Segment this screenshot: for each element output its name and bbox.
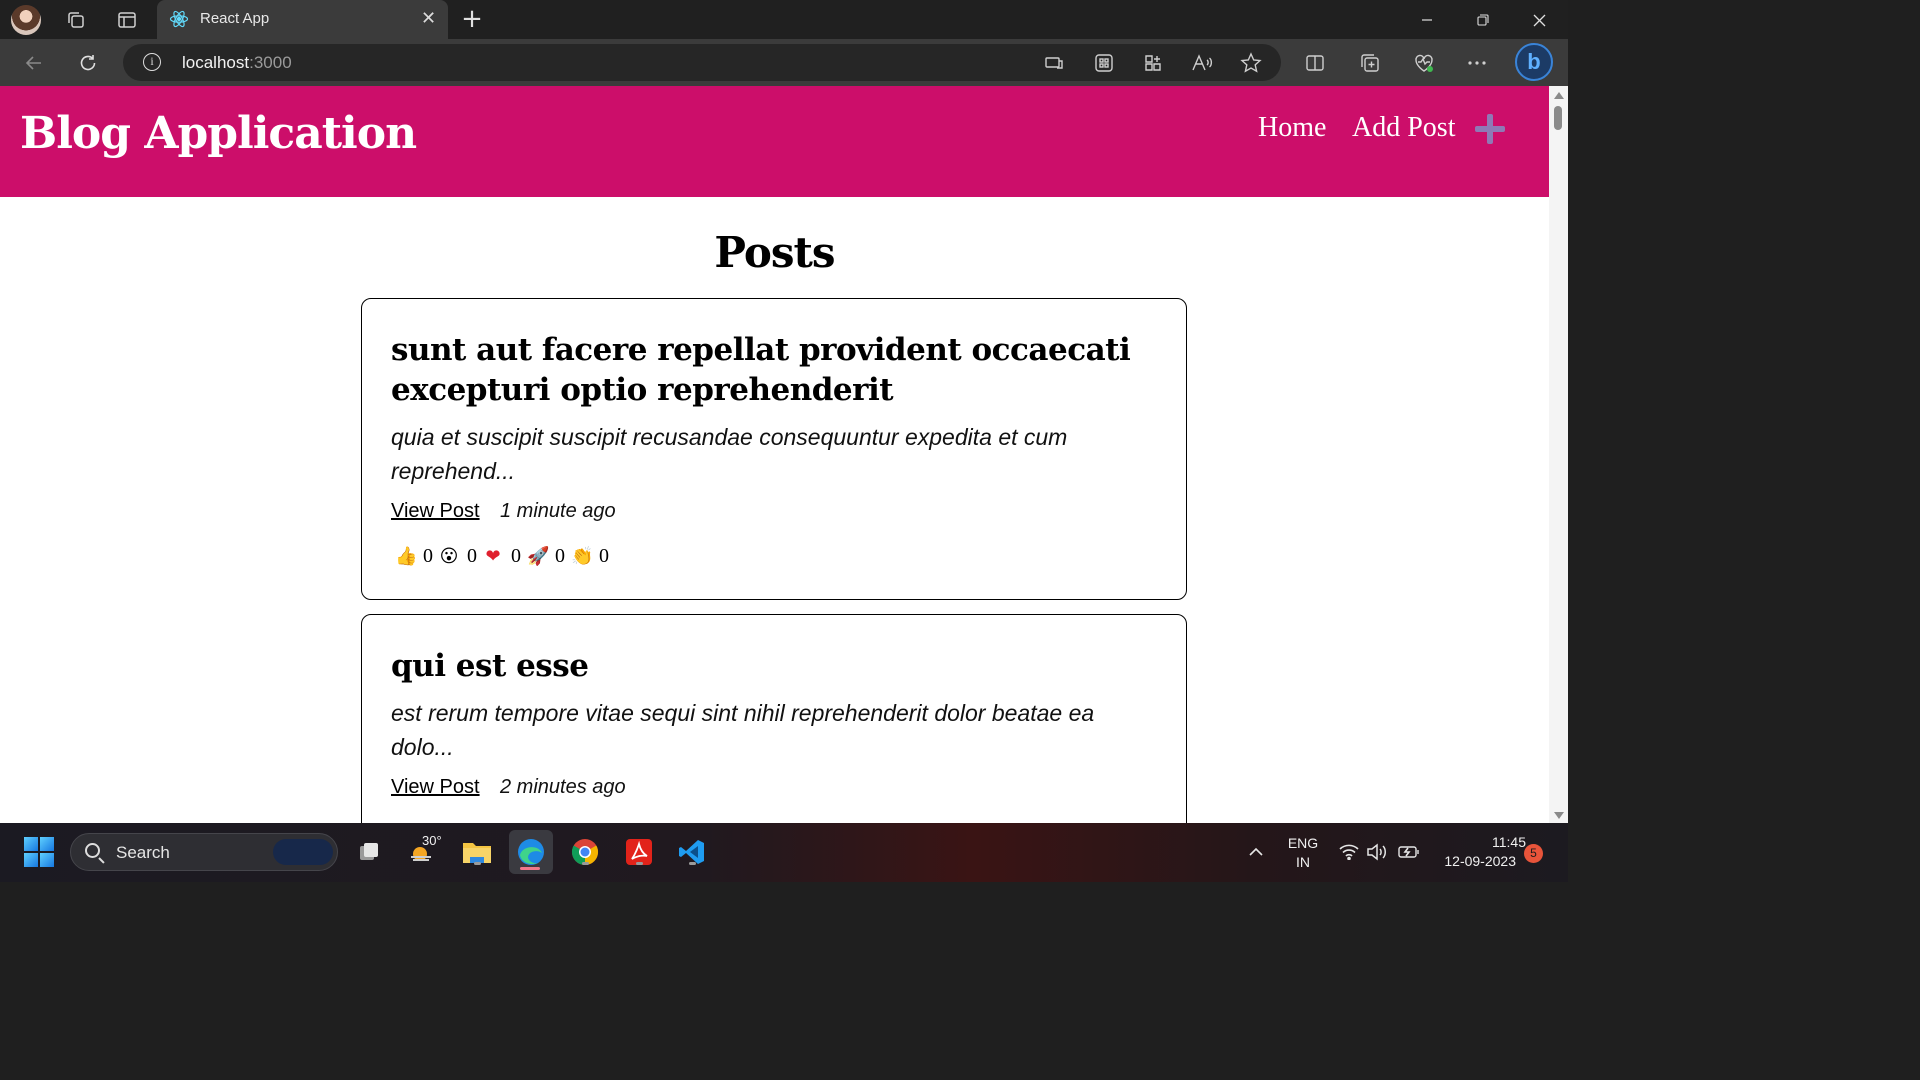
minimize-button[interactable] bbox=[1407, 6, 1447, 34]
taskbar-search-box[interactable]: Search bbox=[70, 833, 338, 871]
browser-title-bar: React App ✕ + bbox=[0, 0, 1568, 39]
reaction-bar: 👍 0 😮 0 ❤ 0 🚀 0 👏 0 bbox=[395, 545, 615, 568]
reaction-clap-button[interactable]: 👏 0 bbox=[571, 545, 609, 568]
battery-charging-icon[interactable] bbox=[1396, 835, 1422, 869]
posts-heading: Posts bbox=[714, 228, 835, 277]
edge-browser-icon[interactable] bbox=[509, 830, 553, 874]
nav-home-link[interactable]: Home bbox=[1258, 112, 1326, 144]
reaction-heart-button[interactable]: ❤ 0 bbox=[483, 545, 521, 568]
wifi-icon[interactable] bbox=[1336, 835, 1362, 869]
post-excerpt: quia et suscipit suscipit recusandae con… bbox=[391, 424, 1068, 484]
post-card: qui est esse est rerum tempore vitae seq… bbox=[361, 614, 1187, 823]
page-viewport: Blog Application Home Add Post Posts sun… bbox=[0, 86, 1549, 823]
search-icon bbox=[85, 843, 100, 858]
reaction-count: 0 bbox=[467, 545, 477, 567]
region-indicator: IN bbox=[1296, 854, 1310, 870]
react-logo-icon bbox=[169, 10, 189, 28]
tab-close-icon[interactable]: ✕ bbox=[421, 8, 436, 29]
bing-copilot-icon[interactable]: b bbox=[1515, 43, 1553, 81]
app-header: Blog Application Home Add Post bbox=[0, 86, 1549, 197]
scroll-up-arrow-icon[interactable] bbox=[1554, 92, 1564, 99]
tab-title: React App bbox=[200, 10, 270, 27]
view-post-link[interactable]: View Post bbox=[391, 776, 480, 799]
reaction-count: 0 bbox=[555, 545, 565, 567]
reaction-count: 0 bbox=[423, 545, 433, 567]
scrollbar-thumb[interactable] bbox=[1554, 106, 1562, 130]
reaction-count: 0 bbox=[511, 545, 521, 567]
acrobat-reader-icon[interactable] bbox=[622, 835, 656, 869]
reaction-rocket-button[interactable]: 🚀 0 bbox=[527, 545, 565, 568]
vscode-icon[interactable] bbox=[675, 835, 709, 869]
app-brand-title: Blog Application bbox=[20, 108, 417, 159]
volume-icon[interactable] bbox=[1364, 835, 1390, 869]
browser-toolbar: i localhost:3000 b bbox=[0, 39, 1568, 86]
url-text[interactable]: localhost:3000 bbox=[182, 53, 292, 73]
show-hidden-icons-chevron-icon[interactable] bbox=[1240, 835, 1272, 869]
profile-avatar[interactable] bbox=[11, 5, 41, 35]
split-screen-icon[interactable] bbox=[1302, 50, 1328, 76]
collections-icon[interactable] bbox=[1357, 50, 1383, 76]
more-options-icon[interactable] bbox=[1464, 50, 1490, 76]
post-timestamp: 1 minute ago bbox=[500, 500, 616, 522]
post-excerpt: est rerum tempore vitae sequi sint nihil… bbox=[391, 700, 1095, 760]
browser-essentials-icon[interactable] bbox=[1411, 50, 1437, 76]
read-aloud-icon[interactable] bbox=[1189, 50, 1215, 76]
chrome-icon[interactable] bbox=[568, 835, 602, 869]
clock-time[interactable]: 11:45 bbox=[1430, 834, 1526, 850]
post-timestamp: 2 minutes ago bbox=[500, 776, 626, 798]
nav-add-post-link[interactable]: Add Post bbox=[1352, 112, 1455, 144]
app-available-icon[interactable] bbox=[1041, 50, 1067, 76]
search-placeholder: Search bbox=[116, 843, 170, 862]
reaction-count: 0 bbox=[599, 545, 609, 567]
favorite-star-icon[interactable] bbox=[1238, 50, 1264, 76]
post-title: qui est esse bbox=[391, 648, 589, 684]
extensions-icon[interactable] bbox=[1140, 50, 1166, 76]
reaction-thumbs-up-button[interactable]: 👍 0 bbox=[395, 545, 433, 568]
weather-temperature: 30° bbox=[422, 833, 442, 848]
site-info-icon[interactable]: i bbox=[143, 53, 161, 71]
page-scrollbar[interactable] bbox=[1549, 86, 1568, 823]
plus-icon[interactable] bbox=[1475, 114, 1505, 144]
clock-date[interactable]: 12-09-2023 bbox=[1430, 853, 1516, 869]
wow-icon: 😮 bbox=[439, 545, 459, 567]
apps-grid-icon[interactable] bbox=[1091, 50, 1117, 76]
restore-button[interactable] bbox=[1463, 6, 1503, 34]
windows-start-icon[interactable] bbox=[24, 837, 54, 867]
tab-react-app[interactable]: React App ✕ bbox=[157, 0, 448, 39]
view-post-link[interactable]: View Post bbox=[391, 500, 480, 523]
scroll-down-arrow-icon[interactable] bbox=[1554, 812, 1564, 819]
windows-taskbar: Search 30° ENG IN 11:45 12-09-2023 5 bbox=[0, 823, 1568, 882]
back-arrow-icon[interactable] bbox=[19, 48, 49, 78]
notification-badge[interactable]: 5 bbox=[1524, 844, 1543, 863]
new-tab-button[interactable]: + bbox=[458, 4, 486, 34]
refresh-icon[interactable] bbox=[73, 48, 103, 78]
rocket-icon: 🚀 bbox=[527, 545, 550, 567]
language-indicator[interactable]: ENG bbox=[1284, 835, 1322, 851]
close-window-button[interactable] bbox=[1519, 6, 1559, 34]
search-highlight-image bbox=[273, 839, 333, 865]
post-title: sunt aut facere repellat provident occae… bbox=[391, 332, 1131, 408]
clap-icon: 👏 bbox=[571, 545, 594, 567]
file-explorer-icon[interactable] bbox=[460, 835, 494, 869]
heart-icon: ❤ bbox=[485, 545, 501, 567]
weather-widget-icon[interactable]: 30° bbox=[405, 833, 442, 869]
task-view-icon[interactable] bbox=[352, 835, 386, 869]
tab-actions-icon[interactable] bbox=[111, 4, 143, 36]
workspaces-icon[interactable] bbox=[60, 4, 92, 36]
reaction-wow-button[interactable]: 😮 0 bbox=[439, 545, 477, 568]
thumbs-up-icon: 👍 bbox=[395, 545, 418, 567]
post-card: sunt aut facere repellat provident occae… bbox=[361, 298, 1187, 600]
